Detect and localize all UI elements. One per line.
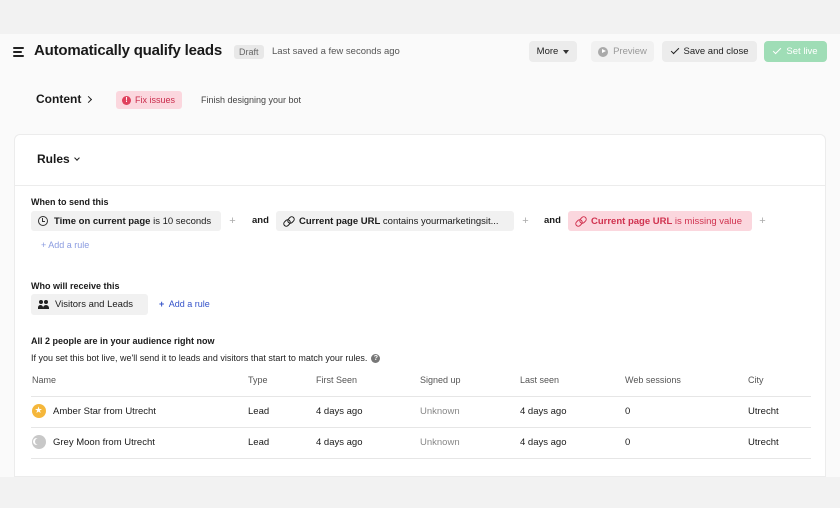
chevron-right-icon [85,95,93,104]
top-band [0,0,840,34]
rule-chip-page-url-missing-value[interactable]: Current page URL is missing value [568,211,752,231]
add-condition-plus-icon[interactable]: + [225,211,240,231]
add-condition-plus-icon[interactable]: + [518,211,533,231]
when-to-send-label: When to send this [31,197,109,207]
column-header-type[interactable]: Type [248,375,268,385]
who-will-receive-label: Who will receive this [31,281,120,291]
save-status-text: Last saved a few seconds ago [272,46,400,57]
rules-section-toggle[interactable]: Rules [37,152,80,166]
rule-chip-page-url-contains[interactable]: Current page URL contains yourmarketings… [276,211,514,231]
divider [15,185,825,186]
bottom-band [0,477,840,508]
rules-card: Rules When to send this Time on current … [14,134,826,477]
cell-type: Lead [248,437,270,448]
cell-last-seen: 4 days ago [520,406,567,417]
set-live-label: Set live [786,46,818,57]
star-avatar-icon [32,404,46,418]
column-header-first-seen[interactable]: First Seen [316,375,357,385]
preview-button[interactable]: Preview [591,41,654,62]
row-divider [31,427,811,428]
add-rule-link[interactable]: + Add a rule [41,240,89,250]
and-connector: and [544,215,561,226]
content-step-hint: Finish designing your bot [201,95,302,105]
audience-description-text: If you set this bot live, we'll send it … [31,353,368,363]
set-live-button[interactable]: Set live [764,41,827,62]
page-title: Automatically qualify leads [34,42,222,59]
cell-first-seen: 4 days ago [316,406,363,417]
status-badge: Draft [234,45,264,59]
link-icon [575,216,585,226]
cell-first-seen: 4 days ago [316,437,363,448]
rule-chip-time-on-page[interactable]: Time on current page is 10 seconds [31,211,221,231]
cell-signed-up: Unknown [420,406,460,417]
cell-web-sessions: 0 [625,406,631,417]
add-audience-rule-label: Add a rule [168,299,210,309]
row-divider [31,396,811,397]
alert-icon: ! [122,95,131,105]
rules-heading: Rules [37,152,70,166]
row-divider [31,458,811,459]
and-connector: and [252,215,269,226]
column-header-signed-up[interactable]: Signed up [420,375,461,385]
rule-chip-text: Current page URL is missing value [591,215,742,227]
check-icon [670,45,679,55]
chevron-down-icon [73,155,80,161]
save-and-close-label: Save and close [683,46,749,57]
more-button[interactable]: More [529,41,577,62]
audience-description: If you set this bot live, we'll send it … [31,353,381,363]
people-icon [38,300,49,309]
rule-chip-text: Time on current page is 10 seconds [54,215,212,227]
audience-chip-visitors-leads[interactable]: Visitors and Leads [31,294,148,315]
link-icon [283,216,293,226]
check-icon [773,45,782,55]
header-bar: Automatically qualify leads Draft Last s… [0,34,840,70]
column-header-city[interactable]: City [748,375,764,385]
cell-type: Lead [248,406,270,417]
add-condition-plus-icon[interactable]: + [755,211,770,231]
more-button-label: More [536,46,559,57]
caret-down-icon [563,49,570,54]
fix-issues-button[interactable]: ! Fix issues [116,91,182,109]
play-icon [598,46,609,57]
cell-last-seen: 4 days ago [520,437,567,448]
cell-web-sessions: 0 [625,437,631,448]
add-audience-rule-link[interactable]: + Add a rule [159,299,210,309]
preview-button-label: Preview [613,46,647,57]
rule-chip-text: Current page URL contains yourmarketings… [299,215,499,227]
column-header-web-sessions[interactable]: Web sessions [625,375,681,385]
column-header-last-seen[interactable]: Last seen [520,375,559,385]
column-header-name[interactable]: Name [32,375,56,385]
content-step-link[interactable]: Content [36,92,93,106]
help-icon[interactable]: ? [371,353,381,363]
cell-city: Utrecht [748,437,779,448]
cell-name[interactable]: Grey Moon from Utrecht [53,437,155,448]
moon-avatar-icon [32,435,46,449]
audience-chip-label: Visitors and Leads [55,299,133,310]
audience-count-title: All 2 people are in your audience right … [31,336,215,346]
cell-name[interactable]: Amber Star from Utrecht [53,406,156,417]
hamburger-menu-icon[interactable] [13,47,24,57]
clock-icon [38,216,48,226]
fix-issues-label: Fix issues [135,95,176,105]
cell-city: Utrecht [748,406,779,417]
cell-signed-up: Unknown [420,437,460,448]
save-and-close-button[interactable]: Save and close [662,41,757,62]
content-step-label: Content [36,92,82,106]
